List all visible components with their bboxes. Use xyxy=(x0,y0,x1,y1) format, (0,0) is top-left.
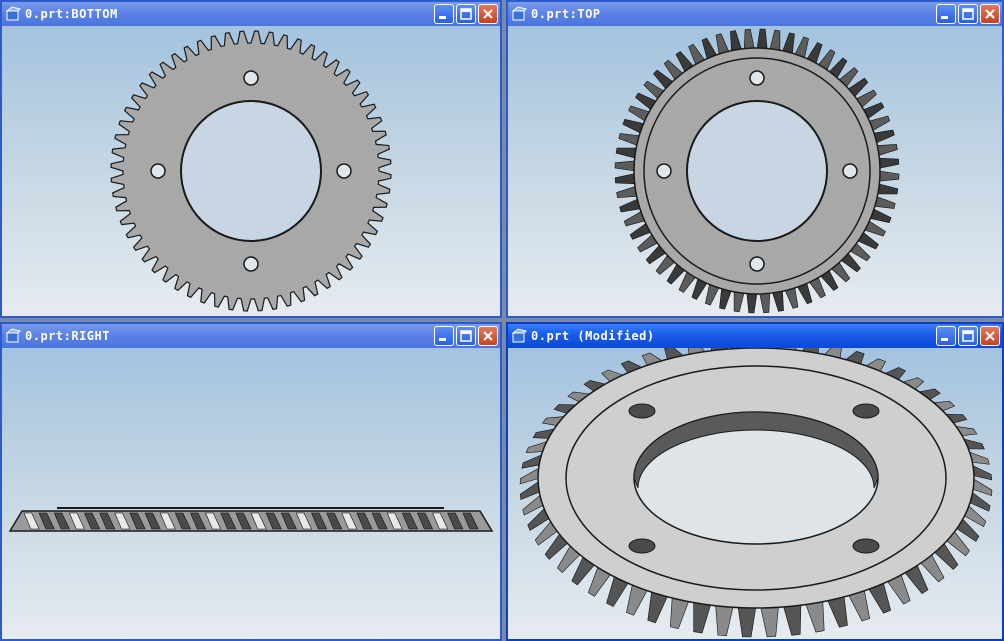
maximize-icon xyxy=(962,8,974,20)
gear-tooth xyxy=(615,147,638,159)
center-bore xyxy=(686,100,828,242)
viewport-right[interactable] xyxy=(2,348,500,639)
gear-side-drawing xyxy=(8,507,494,532)
gear-iso-drawing xyxy=(519,348,993,638)
gear-tooth xyxy=(876,183,899,195)
title-bar-top[interactable]: 0.prt:TOP xyxy=(508,2,1002,26)
gear-tooth xyxy=(878,170,900,182)
gear-tooth xyxy=(769,29,781,52)
window-title: 0.prt:RIGHT xyxy=(25,329,110,343)
gear-tooth xyxy=(737,605,757,638)
bolt-hole xyxy=(336,163,352,179)
bolt-hole xyxy=(628,403,656,419)
window-iso-view[interactable]: 0.prt (Modified) xyxy=(506,322,1004,641)
bolt-hole xyxy=(749,70,765,86)
center-bore xyxy=(180,100,322,242)
gear-tooth xyxy=(746,292,758,314)
gear-tooth xyxy=(782,602,802,636)
close-button[interactable] xyxy=(980,4,1000,24)
close-icon xyxy=(483,9,493,19)
part-file-icon xyxy=(511,328,527,343)
gear-top-drawing xyxy=(614,28,900,314)
gear-tooth xyxy=(756,28,768,50)
bolt-hole xyxy=(749,256,765,272)
minimize-button[interactable] xyxy=(936,4,956,24)
gear-tooth xyxy=(743,28,755,51)
bolt-hole xyxy=(150,163,166,179)
maximize-icon xyxy=(460,330,472,342)
gear-tooth xyxy=(614,173,637,185)
close-icon xyxy=(985,9,995,19)
bolt-hole xyxy=(842,163,858,179)
gear-tooth xyxy=(760,604,779,638)
part-file-icon xyxy=(5,6,21,21)
close-button[interactable] xyxy=(980,326,1000,346)
part-file-icon xyxy=(5,328,21,343)
maximize-button[interactable] xyxy=(958,326,978,346)
minimize-icon xyxy=(941,16,948,19)
gear-tooth xyxy=(614,160,636,172)
gear-tooth xyxy=(715,603,734,637)
maximize-button[interactable] xyxy=(456,326,476,346)
viewport-iso[interactable] xyxy=(508,348,1002,639)
close-icon xyxy=(985,331,995,341)
window-title: 0.prt:TOP xyxy=(531,7,601,21)
gear-tooth xyxy=(733,290,745,313)
minimize-icon xyxy=(941,338,948,341)
window-top-view[interactable]: 0.prt:TOP xyxy=(506,0,1004,318)
window-title: 0.prt (Modified) xyxy=(531,329,655,343)
close-button[interactable] xyxy=(478,4,498,24)
title-bar-right[interactable]: 0.prt:RIGHT xyxy=(2,324,500,348)
viewport-bottom[interactable] xyxy=(2,26,500,316)
minimize-button[interactable] xyxy=(434,4,454,24)
maximize-button[interactable] xyxy=(958,4,978,24)
part-file-icon xyxy=(511,6,527,21)
close-button[interactable] xyxy=(478,326,498,346)
bolt-hole xyxy=(852,403,880,419)
gear-tooth xyxy=(759,291,771,314)
bolt-hole xyxy=(656,163,672,179)
bolt-hole xyxy=(243,70,259,86)
window-title: 0.prt:BOTTOM xyxy=(25,7,118,21)
minimize-icon xyxy=(439,338,446,341)
bolt-hole xyxy=(852,538,880,554)
minimize-icon xyxy=(439,16,446,19)
maximize-icon xyxy=(460,8,472,20)
gear-bottom-drawing xyxy=(110,30,392,312)
gear-tooth xyxy=(877,157,900,169)
title-bar-iso[interactable]: 0.prt (Modified) xyxy=(508,324,1002,348)
minimize-button[interactable] xyxy=(434,326,454,346)
maximize-icon xyxy=(962,330,974,342)
maximize-button[interactable] xyxy=(456,4,476,24)
bolt-hole xyxy=(243,256,259,272)
close-icon xyxy=(483,331,493,341)
window-right-view[interactable]: 0.prt:RIGHT xyxy=(0,322,502,641)
minimize-button[interactable] xyxy=(936,326,956,346)
viewport-top[interactable] xyxy=(508,26,1002,316)
bolt-hole xyxy=(628,538,656,554)
title-bar-bottom[interactable]: 0.prt:BOTTOM xyxy=(2,2,500,26)
window-bottom-view[interactable]: 0.prt:BOTTOM xyxy=(0,0,502,318)
